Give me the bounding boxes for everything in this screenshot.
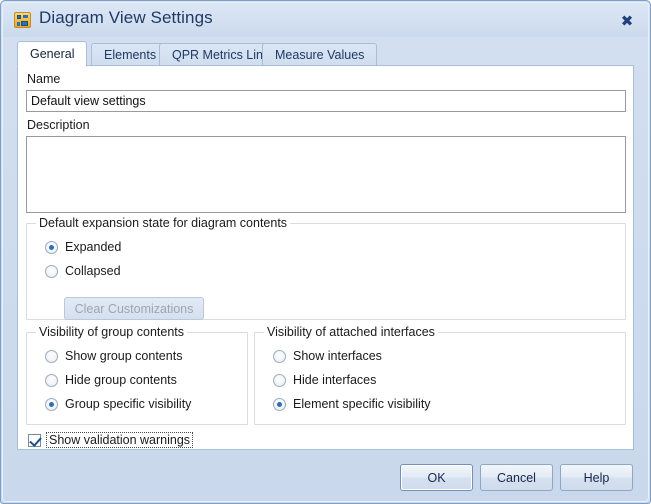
- group-contents-visibility-legend: Visibility of group contents: [36, 325, 187, 339]
- radio-collapsed[interactable]: Collapsed: [45, 264, 121, 278]
- close-icon[interactable]: ✖: [616, 11, 638, 31]
- radio-hide-group-contents[interactable]: Hide group contents: [45, 373, 177, 387]
- diagram-view-icon: [14, 12, 31, 28]
- radio-element-specific-visibility[interactable]: Element specific visibility: [273, 397, 431, 411]
- dialog-window: Diagram View Settings ✖ General Elements…: [0, 0, 651, 504]
- checkmark-icon: [28, 433, 41, 447]
- radio-expanded-label: Expanded: [65, 240, 122, 254]
- show-validation-warnings-label: Show validation warnings: [46, 432, 194, 448]
- radio-hide-interfaces-icon: [273, 373, 286, 387]
- tab-measure-values[interactable]: Measure Values: [262, 43, 378, 66]
- radio-group-specific-visibility[interactable]: Group specific visibility: [45, 397, 191, 411]
- description-input[interactable]: [26, 136, 626, 213]
- ok-button[interactable]: OK: [400, 464, 473, 491]
- expansion-state-group: Default expansion state for diagram cont…: [26, 216, 626, 320]
- interface-visibility-group: Visibility of attached interfaces Show i…: [254, 325, 626, 425]
- title-bar: Diagram View Settings ✖: [3, 3, 648, 37]
- radio-show-interfaces-icon: [273, 349, 286, 363]
- radio-show-interfaces-label: Show interfaces: [293, 349, 382, 363]
- name-label: Name: [27, 72, 61, 86]
- radio-show-group-contents[interactable]: Show group contents: [45, 349, 182, 363]
- radio-group-specific-visibility-icon: [45, 397, 58, 411]
- radio-hide-group-contents-icon: [45, 373, 58, 387]
- radio-group-specific-visibility-label: Group specific visibility: [65, 397, 192, 411]
- expansion-state-legend: Default expansion state for diagram cont…: [36, 216, 291, 230]
- show-validation-warnings-checkbox[interactable]: Show validation warnings: [28, 432, 194, 448]
- radio-expanded[interactable]: Expanded: [45, 240, 121, 254]
- radio-collapsed-icon: [45, 264, 58, 278]
- radio-hide-group-contents-label: Hide group contents: [65, 373, 177, 387]
- general-tab-panel: Name Description Default expansion state…: [17, 65, 634, 450]
- radio-show-interfaces[interactable]: Show interfaces: [273, 349, 382, 363]
- radio-expanded-icon: [45, 240, 58, 254]
- radio-show-group-contents-label: Show group contents: [65, 349, 183, 363]
- radio-collapsed-label: Collapsed: [65, 264, 121, 278]
- help-button[interactable]: Help: [560, 464, 633, 491]
- group-contents-visibility-group: Visibility of group contents Show group …: [26, 325, 248, 425]
- cancel-button[interactable]: Cancel: [480, 464, 553, 491]
- name-input[interactable]: [26, 90, 626, 112]
- radio-element-specific-visibility-icon: [273, 397, 286, 411]
- radio-hide-interfaces-label: Hide interfaces: [293, 373, 377, 387]
- description-label: Description: [27, 118, 90, 132]
- radio-element-specific-visibility-label: Element specific visibility: [293, 397, 431, 411]
- tab-general[interactable]: General: [17, 41, 88, 67]
- radio-show-group-contents-icon: [45, 349, 58, 363]
- radio-hide-interfaces[interactable]: Hide interfaces: [273, 373, 376, 387]
- tab-elements[interactable]: Elements: [91, 43, 170, 66]
- window-title: Diagram View Settings: [39, 8, 213, 27]
- clear-customizations-button[interactable]: Clear Customizations: [64, 297, 204, 320]
- tab-strip: General Elements QPR Metrics Link Measur…: [17, 41, 634, 67]
- interface-visibility-legend: Visibility of attached interfaces: [264, 325, 438, 339]
